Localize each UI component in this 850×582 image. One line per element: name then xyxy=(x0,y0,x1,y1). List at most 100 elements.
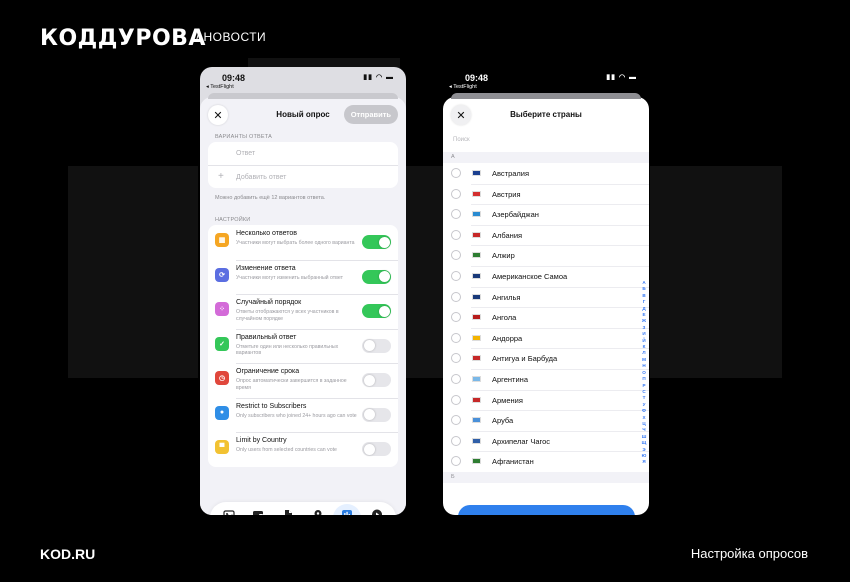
country-name: Антигуа и Барбуда xyxy=(492,354,558,364)
flag-icon xyxy=(472,458,481,465)
tab-poll[interactable]: Опрос xyxy=(333,504,362,515)
radio-button[interactable] xyxy=(451,332,461,343)
country-name: Албания xyxy=(492,230,523,240)
setting-toggle[interactable] xyxy=(362,407,391,422)
flag-icon: ▀ xyxy=(215,440,229,454)
flag-icon xyxy=(472,355,481,362)
country-name: Афганистан xyxy=(492,457,534,467)
radio-button[interactable] xyxy=(451,456,461,467)
checkmark-icon: ✓ xyxy=(215,336,229,351)
toggle-knob xyxy=(363,409,375,420)
radio-button[interactable] xyxy=(451,168,461,178)
radio-button[interactable] xyxy=(451,373,461,384)
setting-toggle[interactable] xyxy=(362,235,391,249)
setting-toggle[interactable] xyxy=(362,304,391,318)
alphabet-index[interactable]: АБВГДЕЖЗИЙКЛМНОПРСТУФХЦЧШЩЭЮЯ xyxy=(641,280,647,466)
radio-button[interactable] xyxy=(451,435,461,446)
flag-icon xyxy=(472,417,481,424)
setting-toggle[interactable] xyxy=(362,269,391,284)
radio-button[interactable] xyxy=(451,250,461,261)
add-answer-row[interactable]: + Добавить ответ xyxy=(208,165,398,188)
dice-icon: ⁘ xyxy=(215,302,229,316)
radio-button[interactable] xyxy=(451,229,461,240)
country-name: Ангола xyxy=(492,313,517,323)
tab-play[interactable]: Звук xyxy=(363,504,391,515)
setting-toggle[interactable] xyxy=(362,373,391,387)
country-row[interactable]: Армения xyxy=(443,389,649,411)
country-row[interactable]: Ангилья xyxy=(443,286,649,308)
country-row[interactable]: Архипелаг Чагос xyxy=(443,430,649,452)
country-name: Австралия xyxy=(492,169,530,178)
country-row[interactable]: Ангола xyxy=(443,307,649,328)
answer-input[interactable]: Ответ xyxy=(208,142,398,165)
country-row[interactable]: Аргентина xyxy=(443,368,649,390)
background-shape xyxy=(68,166,198,378)
search-input[interactable]: Поиск xyxy=(451,134,641,147)
radio-button[interactable] xyxy=(451,270,461,281)
tab-wallet[interactable]: Кошелёк xyxy=(244,504,272,515)
index-letter[interactable]: Я xyxy=(642,459,645,465)
play-icon xyxy=(372,509,383,515)
tab-file[interactable]: Файл xyxy=(274,504,302,515)
setting-description: Участники могут выбрать более одного вар… xyxy=(236,240,355,246)
file-icon xyxy=(285,510,293,515)
testflight-back-link[interactable]: ◂ TestFlight xyxy=(449,84,477,90)
country-row[interactable]: Алжир xyxy=(443,245,649,266)
flag-icon xyxy=(472,293,481,300)
radio-button[interactable] xyxy=(451,291,461,302)
setting-toggle[interactable] xyxy=(362,338,391,353)
country-row[interactable]: Азербайджан xyxy=(443,204,649,225)
setting-row: ⁘ Случайный порядок Ответы отображаются у … xyxy=(208,294,398,329)
tab-gallery[interactable]: Галерея xyxy=(215,504,243,515)
country-name: Архипелаг Чагос xyxy=(492,436,551,446)
radio-button[interactable] xyxy=(451,188,461,199)
country-row[interactable]: Американское Самоа xyxy=(443,265,649,287)
toggle-knob xyxy=(378,271,390,282)
country-name: Австрия xyxy=(492,189,521,199)
country-name: Аргентина xyxy=(492,374,528,384)
answers-section-label: Варианты ответа xyxy=(215,134,272,140)
brand-logo: КОДДУРОВА xyxy=(40,26,206,51)
letter-header: Б xyxy=(443,471,649,483)
country-row[interactable]: Австрия xyxy=(443,183,649,205)
setting-row: ● Restrict to Subscribers Only subscribers… xyxy=(208,397,398,433)
background-shape xyxy=(406,166,443,378)
tab-location[interactable]: Геопозиция xyxy=(304,504,332,515)
save-countries-button[interactable]: Сохранить страны xyxy=(458,505,635,515)
country-row[interactable]: Афганистан xyxy=(443,451,649,472)
setting-description: Отметьте один или несколько правильных в… xyxy=(236,343,339,357)
country-row[interactable]: Австралия xyxy=(443,163,649,184)
country-name: Ангилья xyxy=(492,292,521,302)
radio-button[interactable] xyxy=(451,394,461,405)
clock-icon: ◷ xyxy=(215,371,229,385)
letter-header: А xyxy=(443,152,649,163)
radio-button[interactable] xyxy=(451,415,461,426)
country-list: А Австралия Австрия Азербайджан Албания Алжи… xyxy=(443,152,649,483)
radio-button[interactable] xyxy=(451,209,461,220)
country-row[interactable]: Антигуа и Барбуда xyxy=(443,348,649,369)
flag-icon xyxy=(472,396,481,403)
add-answer-label: Добавить ответ xyxy=(236,173,287,181)
flag-icon xyxy=(472,272,481,279)
country-row[interactable]: Андорра xyxy=(443,327,649,349)
phone-poll-screen: 09:48 ◂ TestFlight ▮▮ ◠ ▬ ✕ Новый опрос … xyxy=(200,67,406,515)
radio-button[interactable] xyxy=(451,312,461,323)
status-time: 09:48 xyxy=(465,73,489,83)
flag-icon xyxy=(472,170,481,176)
plus-icon: + xyxy=(218,171,224,182)
flag-icon xyxy=(472,190,481,197)
country-row[interactable]: Албания xyxy=(443,224,649,246)
send-button[interactable]: Отправить xyxy=(343,105,398,124)
setting-row: ✓ Правильный ответ Отметьте один или неско… xyxy=(208,328,398,364)
testflight-back-link[interactable]: ◂ TestFlight xyxy=(206,84,234,90)
country-row[interactable]: Аруба xyxy=(443,410,649,431)
attachment-tab-bar: ГалереяКошелёкФайлГеопозицияОпросЗвук xyxy=(210,502,396,515)
radio-button[interactable] xyxy=(451,353,461,364)
flag-icon xyxy=(472,231,481,238)
setting-toggle[interactable] xyxy=(362,442,391,456)
sheet-grabber xyxy=(451,93,641,99)
country-name: Алжир xyxy=(492,251,515,261)
setting-title: Случайный порядок xyxy=(236,299,302,306)
site-label: KOD.RU xyxy=(40,546,96,562)
country-name: Американское Самоа xyxy=(492,271,568,281)
